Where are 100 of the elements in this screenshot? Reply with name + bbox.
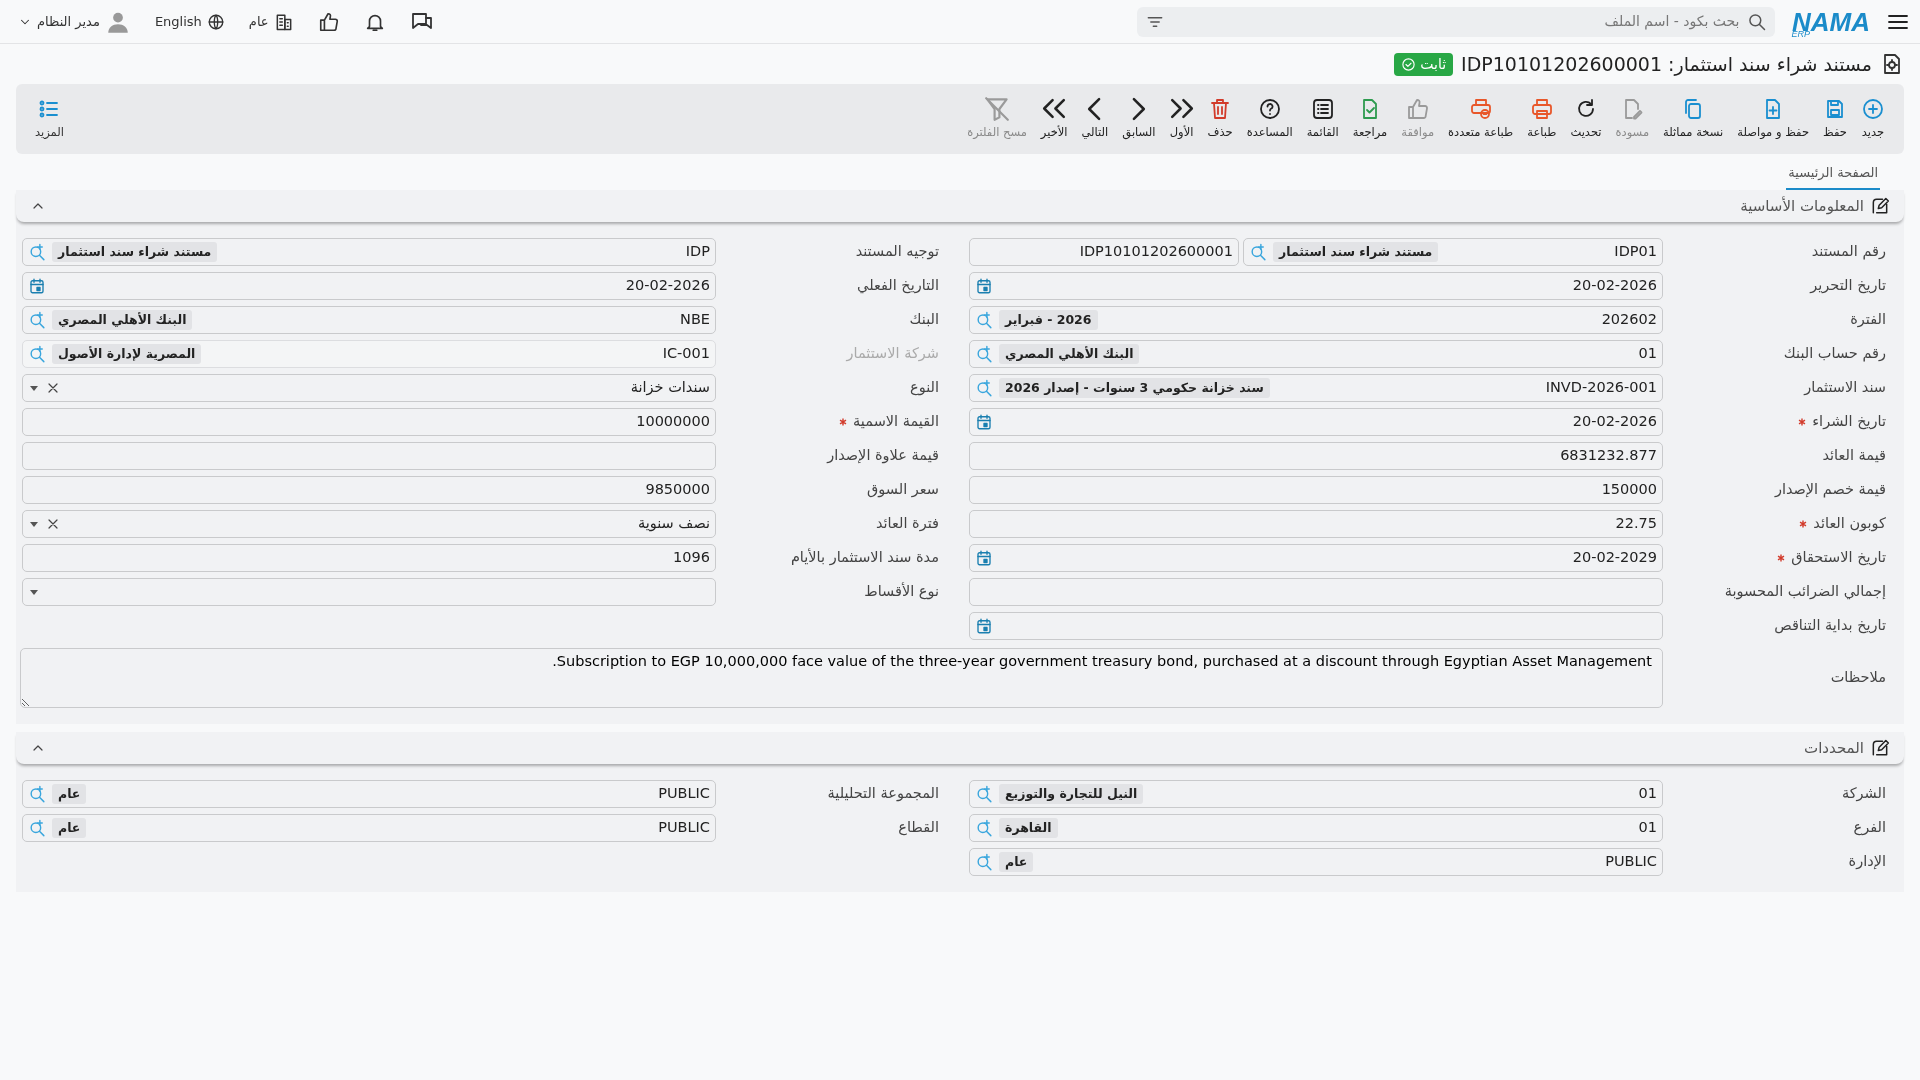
field-label: قيمة خصم الإصدار xyxy=(1774,480,1886,500)
toolbar-button[interactable]: نسخة مماثلة xyxy=(1656,96,1731,142)
search-icon xyxy=(28,344,47,364)
field-label: النوع xyxy=(910,378,939,398)
description-tag: 2026 - فبراير xyxy=(999,309,1098,331)
field-label: شركة الاستثمار xyxy=(846,344,939,364)
search-icon xyxy=(975,784,994,804)
description-tag: عام xyxy=(999,851,1034,873)
field-label: الإدارة xyxy=(1848,852,1886,872)
description-tag: سند خزانة حكومي 3 سنوات - إصدار 2026 xyxy=(999,377,1270,399)
section-title: المعلومات الأساسية xyxy=(1740,194,1890,218)
toolbar-button[interactable]: جديد xyxy=(1854,96,1892,142)
description-tag: مستند شراء سند استثمار xyxy=(1273,241,1439,263)
date-field[interactable]: 20-02-2026 xyxy=(969,272,1663,300)
toolbar-button[interactable]: حفظ و مواصلة xyxy=(1730,96,1816,142)
field-label: رقم حساب البنك xyxy=(1783,344,1886,364)
field-label: توجيه المستند xyxy=(855,242,939,262)
select-field[interactable] xyxy=(22,578,716,606)
search-icon xyxy=(975,852,994,872)
search-icon xyxy=(975,344,994,364)
search-icon xyxy=(1747,11,1768,32)
globe-icon xyxy=(206,12,225,31)
calendar-icon xyxy=(28,277,46,295)
search-field[interactable]: بحث بكود - اسم الملف xyxy=(1137,6,1776,37)
toolbar-button[interactable]: تحديث xyxy=(1563,96,1609,142)
field-label: فترة العائد xyxy=(875,514,939,534)
toolbar-button[interactable]: الأول xyxy=(1162,96,1201,142)
description-tag: المصرية لإدارة الأصول xyxy=(52,343,202,365)
search-icon xyxy=(975,310,994,330)
more-button[interactable]: المزيد xyxy=(28,96,71,142)
field-label: كوبون العائد xyxy=(1813,514,1886,534)
text-field[interactable] xyxy=(22,442,716,470)
field-label: ملاحظات xyxy=(1829,668,1887,688)
calendar-icon xyxy=(975,549,993,567)
field-label: نوع الأقساط xyxy=(864,581,939,602)
notes-field[interactable]: Subscription to EGP 10,000,000 face value of the three-year government treasury bond, purchased at a discount through Egyptian Asset Management. xyxy=(20,648,1663,708)
calendar-icon xyxy=(975,413,993,431)
field-label: الشركة xyxy=(1841,784,1886,804)
field-label: تاريخ الاستحقاق xyxy=(1791,548,1886,568)
select-field[interactable]: نصف سنوية xyxy=(22,510,716,538)
search-icon xyxy=(28,310,47,330)
toolbar-button[interactable]: القائمة xyxy=(1299,96,1346,142)
check-circle-icon xyxy=(1401,56,1417,72)
thumbs-up-icon xyxy=(317,10,340,33)
date-field[interactable]: 20-02-2026 xyxy=(22,272,716,300)
edit-icon xyxy=(1870,196,1890,216)
toolbar-button[interactable]: التالي xyxy=(1074,96,1116,142)
field-label: تاريخ بداية التناقص xyxy=(1774,616,1886,636)
text-field[interactable]: 1096 xyxy=(22,544,716,572)
search-icon xyxy=(975,818,994,838)
description-tag: النيل للتجارة والتوزيع xyxy=(999,783,1144,805)
calendar-icon xyxy=(975,277,993,295)
field-label: رقم المستند xyxy=(1811,242,1886,262)
status-badge: ثابت xyxy=(1394,52,1454,76)
search-icon xyxy=(1249,242,1268,262)
description-tag: عام xyxy=(52,783,87,805)
toolbar-button[interactable]: المساعدة xyxy=(1239,96,1300,142)
toolbar-button[interactable]: طباعة xyxy=(1520,96,1564,142)
date-field[interactable] xyxy=(969,612,1663,640)
select-field[interactable]: سندات خزانة xyxy=(22,374,716,402)
description-tag: القاهرة xyxy=(999,817,1058,839)
description-tag: البنك الأهلي المصري xyxy=(999,343,1140,365)
language-button[interactable]: English xyxy=(154,11,225,32)
user-menu[interactable]: مدير النظام xyxy=(18,8,131,35)
date-field[interactable]: 20-02-2026 xyxy=(969,408,1663,436)
field-label: تاريخ الشراء xyxy=(1812,412,1886,432)
field-label: الفترة xyxy=(1850,310,1886,330)
section-title: المحددات xyxy=(1804,736,1890,760)
like-button[interactable] xyxy=(317,10,340,33)
search-icon xyxy=(28,242,47,262)
field-label: القطاع xyxy=(898,818,939,838)
field-label: مدة سند الاستثمار بالأيام xyxy=(790,547,939,568)
description-tag: عام xyxy=(52,817,87,839)
text-field[interactable]: 22.75 xyxy=(969,510,1663,538)
text-field[interactable]: IDP10101202600001 xyxy=(969,238,1239,266)
text-field[interactable]: 10000000 xyxy=(22,408,716,436)
text-field[interactable]: 6831232.877 xyxy=(969,442,1663,470)
toolbar-button[interactable]: الأخير xyxy=(1033,96,1075,142)
field-label: المجموعة التحليلية xyxy=(827,784,939,804)
text-field[interactable] xyxy=(969,578,1663,606)
field-label: سند الاستثمار xyxy=(1804,378,1886,398)
field-label: سعر السوق xyxy=(867,480,939,500)
date-field[interactable]: 20-02-2029 xyxy=(969,544,1663,572)
search-icon xyxy=(28,818,47,838)
text-field[interactable]: 9850000 xyxy=(22,476,716,504)
field-label: التاريخ الفعلي xyxy=(857,276,939,296)
field-label: قيمة علاوة الإصدار xyxy=(827,446,939,466)
toolbar-button[interactable]: طباعة متعددة xyxy=(1441,96,1521,142)
description-tag: مستند شراء سند استثمار xyxy=(52,241,218,263)
toolbar-button[interactable]: السابق xyxy=(1115,96,1163,142)
edit-icon xyxy=(1870,738,1890,758)
calendar-icon xyxy=(975,617,993,635)
field-label: الفرع xyxy=(1853,818,1886,838)
toolbar-button[interactable]: حفظ xyxy=(1816,96,1854,142)
toolbar-button[interactable]: مراجعة xyxy=(1345,96,1395,142)
organization-button[interactable]: عام xyxy=(248,11,294,32)
field-label: إجمالي الضرائب المحسوبة xyxy=(1724,582,1886,602)
page-title: مستند شراء سند استثمار: IDP10101202600001 xyxy=(1461,51,1872,78)
toolbar-button[interactable]: حذف xyxy=(1200,96,1240,142)
text-field[interactable]: 150000 xyxy=(969,476,1663,504)
